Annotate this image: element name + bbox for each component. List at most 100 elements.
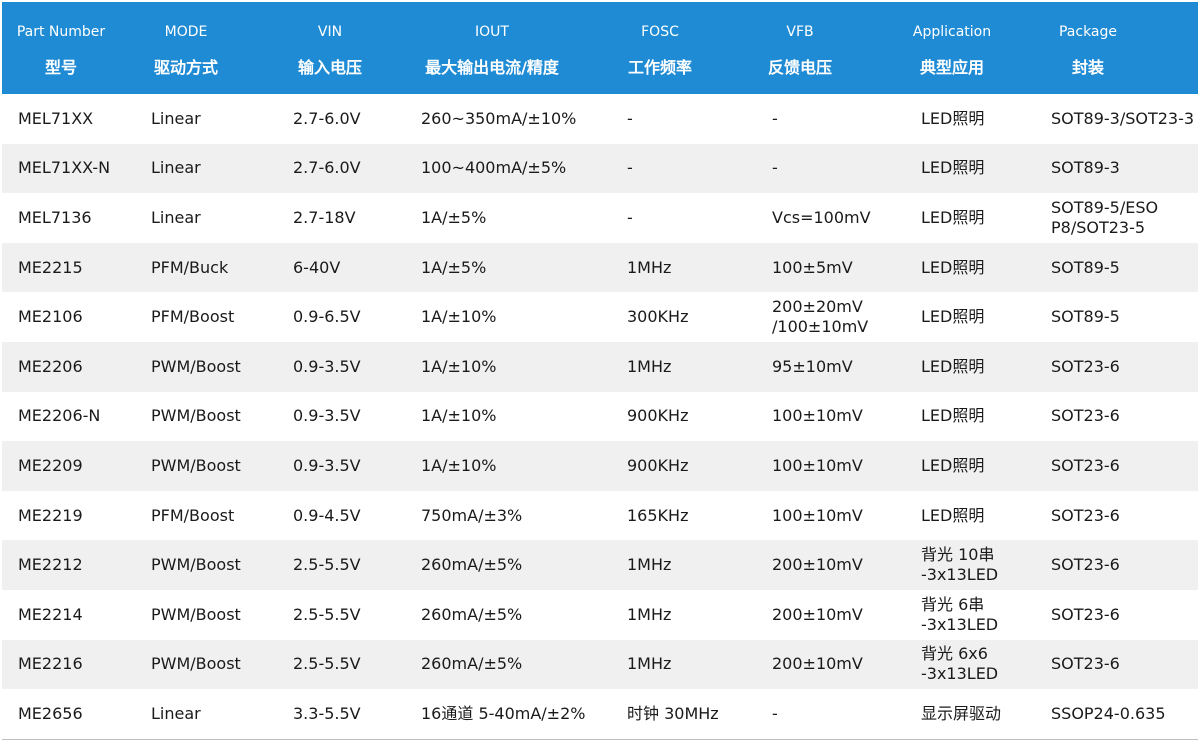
table-row: ME2216 PWM/Boost 2.5-5.5V 260mA/±5% 1MHz 200±…	[2, 639, 1198, 690]
cell-vin: 3.3-5.5V	[293, 703, 361, 723]
cell-part: ME2212	[18, 555, 83, 575]
cell-vin: 2.7-6.0V	[293, 158, 361, 178]
table-row: ME2209 PWM/Boost 0.9-3.5V 1A/±10% 900KHz 100±…	[2, 441, 1198, 491]
header-label-zh: 驱动方式	[153, 58, 218, 77]
cell-part: ME2219	[18, 505, 83, 525]
cell-app: 背光 10串 -3x13LED	[921, 545, 999, 585]
cell-part: MEL7136	[18, 207, 92, 227]
cell-mode: Linear	[151, 703, 201, 723]
cell-pkg: SOT23-6	[1051, 455, 1120, 475]
table-header: Part Number 型号 MODE 驱动方式 VIN 输入电压 IOUT 最大输出电流/精…	[2, 2, 1198, 94]
header-col-3: IOUT 最大输出电流/精度	[402, 2, 582, 94]
cell-app: 显示屏驱动	[921, 703, 1002, 723]
cell-app: LED照明	[921, 356, 985, 376]
cell-fosc: 1MHz	[627, 356, 672, 376]
cell-app: LED照明	[921, 257, 985, 277]
cell-part: ME2106	[18, 307, 83, 327]
cell-part: MEL71XX-N	[18, 158, 111, 178]
cell-iout: 260mA/±5%	[421, 555, 523, 575]
cell-app: LED照明	[921, 455, 985, 475]
cell-mode: PWM/Boost	[151, 555, 241, 575]
cell-vfb: 200±10mV	[772, 604, 863, 624]
cell-fosc: -	[627, 207, 633, 227]
cell-iout: 16通道 5-40mA/±2%	[421, 703, 586, 723]
cell-iout: 100~400mA/±5%	[421, 158, 567, 178]
cell-vfb: -	[772, 158, 778, 178]
cell-pkg: SOT23-6	[1051, 654, 1120, 674]
cell-app: LED照明	[921, 108, 985, 128]
cell-iout: 1A/±10%	[421, 307, 497, 327]
cell-fosc: -	[627, 108, 633, 128]
header-label-zh: 输入电压	[297, 58, 362, 77]
cell-fosc: 900KHz	[627, 406, 689, 426]
cell-app: 背光 6串 -3x13LED	[921, 594, 999, 634]
cell-app: LED照明	[921, 158, 985, 178]
cell-part: ME2216	[18, 654, 83, 674]
cell-iout: 1A/±5%	[421, 207, 487, 227]
cell-pkg: SOT89-5	[1051, 257, 1120, 277]
header-col-5: VFB 反馈电压	[740, 2, 860, 94]
cell-part: ME2214	[18, 604, 83, 624]
header-label-zh: 封装	[1071, 58, 1104, 77]
cell-part: ME2206	[18, 356, 83, 376]
header-label-zh: 工作频率	[627, 58, 692, 77]
header-label-zh: 最大输出电流/精度	[425, 58, 559, 77]
cell-pkg: SOT89-3	[1051, 158, 1120, 178]
cell-pkg: SOT89-5/ESO P8/SOT23-5	[1051, 197, 1159, 237]
cell-iout: 1A/±10%	[421, 356, 497, 376]
cell-vfb: Vcs=100mV	[772, 207, 871, 227]
cell-vin: 2.5-5.5V	[293, 604, 361, 624]
header-label-en: VIN	[317, 24, 343, 40]
cell-vin: 0.9-3.5V	[293, 406, 361, 426]
cell-app: LED照明	[921, 207, 985, 227]
header-label-zh: 反馈电压	[767, 58, 832, 77]
cell-mode: PFM/Boost	[151, 307, 235, 327]
cell-iout: 1A/±10%	[421, 406, 497, 426]
cell-part: ME2209	[18, 455, 83, 475]
table-row: ME2215 PFM/Buck 6-40V 1A/±5% 1MHz 100±5mV LED照…	[2, 242, 1198, 293]
table-row: ME2212 PWM/Boost 2.5-5.5V 260mA/±5% 1MHz 200±…	[2, 540, 1198, 590]
header-label-zh: 典型应用	[919, 58, 984, 77]
table-row: ME2206 PWM/Boost 0.9-3.5V 1A/±10% 1MHz 95±10m…	[2, 342, 1198, 392]
cell-vfb: 95±10mV	[772, 356, 853, 376]
cell-vin: 6-40V	[293, 257, 341, 277]
cell-app: LED照明	[921, 307, 985, 327]
cell-pkg: SOT89-3/SOT23-3	[1051, 108, 1195, 128]
cell-pkg: SOT89-5	[1051, 307, 1120, 327]
header-col-2: VIN 输入电压	[270, 2, 390, 94]
cell-fosc: 165KHz	[627, 505, 689, 525]
cell-part: ME2215	[18, 257, 83, 277]
cell-app: 背光 6x6 -3x13LED	[921, 644, 999, 684]
cell-fosc: 300KHz	[627, 307, 689, 327]
table-row: ME2219 PFM/Boost 0.9-4.5V 750mA/±3% 165KHz 10…	[2, 490, 1198, 541]
cell-pkg: SOT23-6	[1051, 505, 1120, 525]
cell-mode: Linear	[151, 108, 201, 128]
cell-vfb: -	[772, 703, 778, 723]
cell-vfb: 100±10mV	[772, 406, 863, 426]
header-col-7: Package 封装	[1028, 2, 1148, 94]
header-label-en: VFB	[786, 24, 814, 40]
product-table: Part Number 型号 MODE 驱动方式 VIN 输入电压 IOUT 最大输出电流/精…	[2, 2, 1198, 740]
cell-iout: 260~350mA/±10%	[421, 108, 577, 128]
cell-fosc: 1MHz	[627, 555, 672, 575]
bottom-divider	[2, 739, 1198, 740]
header-label-en: MODE	[164, 24, 208, 40]
cell-vfb: 100±10mV	[772, 505, 863, 525]
cell-fosc: 1MHz	[627, 604, 672, 624]
cell-part: ME2206-N	[18, 406, 101, 426]
cell-vfb: 100±5mV	[772, 257, 853, 277]
table-row: ME2206-N PWM/Boost 0.9-3.5V 1A/±10% 900KHz 10…	[2, 391, 1198, 442]
header-col-6: Application 典型应用	[882, 2, 1022, 94]
cell-vfb: 200±10mV	[772, 654, 863, 674]
cell-vin: 2.7-6.0V	[293, 108, 361, 128]
header-label-en: Part Number	[16, 24, 106, 40]
cell-mode: PWM/Boost	[151, 356, 241, 376]
cell-part: ME2656	[18, 703, 83, 723]
cell-mode: PWM/Boost	[151, 654, 241, 674]
cell-iout: 1A/±10%	[421, 455, 497, 475]
cell-fosc: 时钟 30MHz	[627, 703, 719, 723]
cell-mode: PFM/Buck	[151, 257, 229, 277]
table-row: MEL7136 Linear 2.7-18V 1A/±5% - Vcs=100mV LED照…	[2, 193, 1198, 243]
cell-mode: Linear	[151, 158, 201, 178]
cell-vin: 0.9-3.5V	[293, 455, 361, 475]
